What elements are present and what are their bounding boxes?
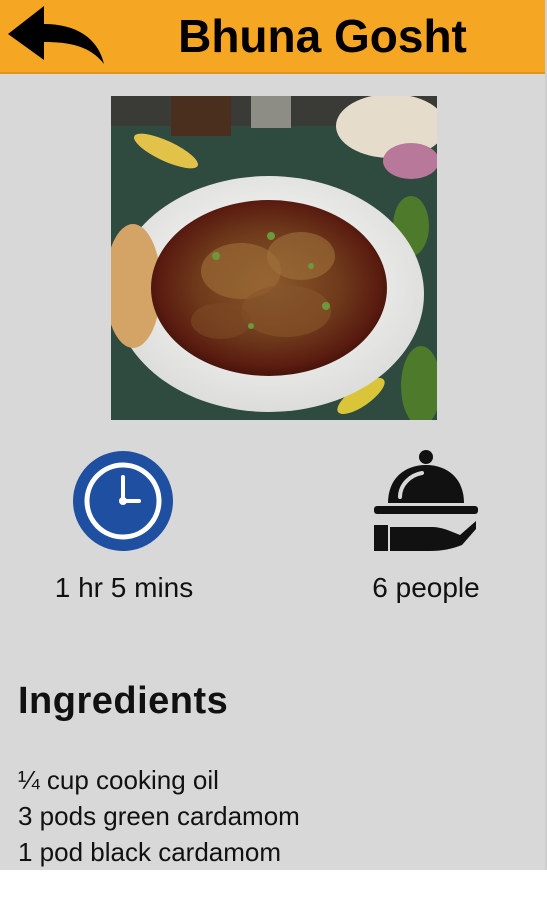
- ingredient-item: ¼ cup cooking oil: [18, 765, 219, 795]
- servings: 6 people: [372, 572, 480, 603]
- ingredients-heading: Ingredients: [18, 680, 229, 722]
- app-header: Bhuna Gosht: [0, 0, 545, 74]
- clock-icon: [71, 449, 175, 553]
- ingredient-item: 1 pod black cardamom: [18, 837, 282, 867]
- serving-cloche-icon: [372, 449, 480, 553]
- cook-time: 1 hr 5 mins: [54, 572, 194, 603]
- ingredient-item: 3 pods green cardamom: [18, 801, 300, 831]
- page-title: Bhuna Gosht: [178, 10, 467, 62]
- recipe-screen: Bhuna Gosht 1 hr 5 mins 6 people Ingredi…: [0, 0, 547, 870]
- dish-photo: [111, 96, 437, 420]
- back-arrow-icon: [8, 6, 104, 64]
- ingredients-list: ¼ cup cooking oil 3 pods green cardamom …: [18, 762, 300, 870]
- back-button[interactable]: [6, 4, 106, 68]
